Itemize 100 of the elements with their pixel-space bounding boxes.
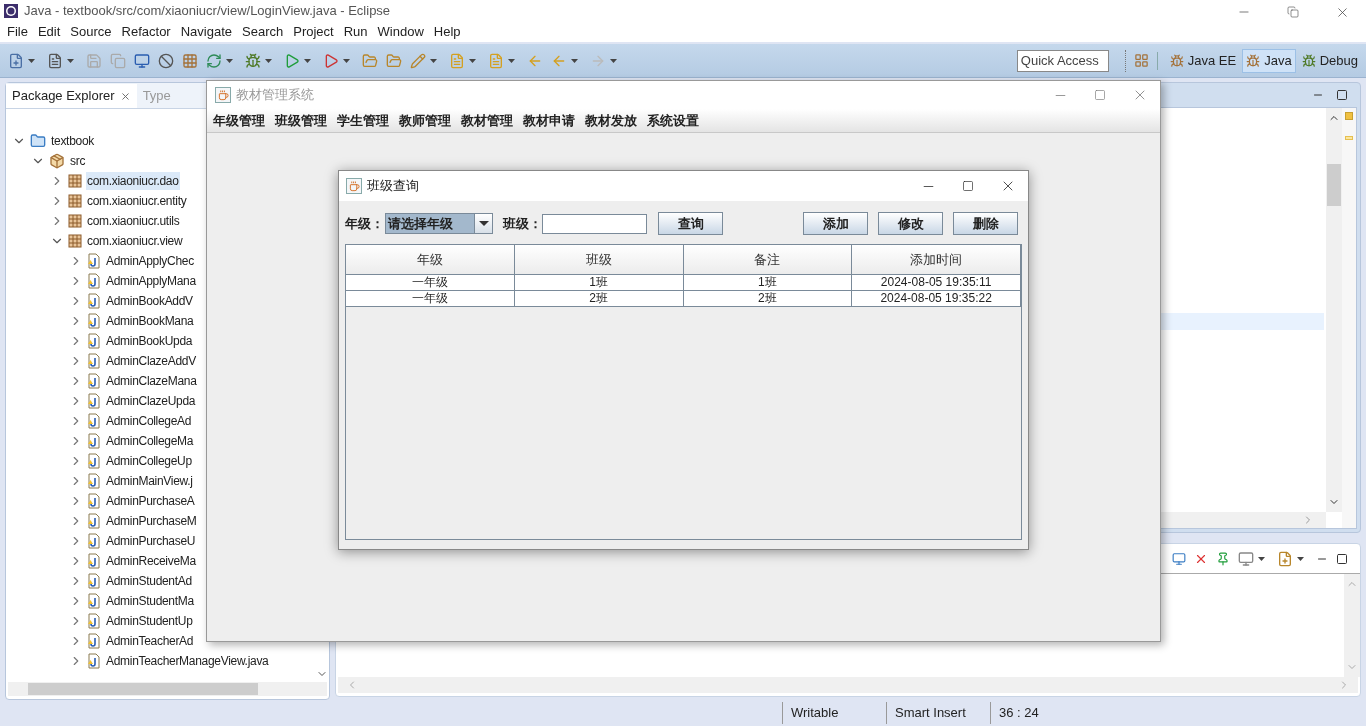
- tree-item[interactable]: textbook: [50, 132, 95, 150]
- action-button[interactable]: 修改: [878, 212, 943, 235]
- tree-item[interactable]: AdminPurchaseA: [105, 492, 196, 510]
- dropdown-arrow-icon[interactable]: [265, 58, 272, 63]
- open-perspective-icon[interactable]: [1133, 53, 1149, 68]
- grade-label: 年级：: [345, 214, 384, 233]
- menu-item[interactable]: Edit: [32, 22, 66, 42]
- menu-item[interactable]: 学生管理: [332, 110, 394, 131]
- bug-icon[interactable]: [245, 52, 261, 69]
- restore-icon[interactable]: [1287, 6, 1299, 18]
- menu-item[interactable]: 教材管理: [456, 110, 518, 131]
- grid-icon[interactable]: [182, 52, 198, 69]
- menu-item[interactable]: Navigate: [175, 22, 237, 42]
- menu-item[interactable]: Window: [372, 22, 429, 42]
- tree-item[interactable]: AdminBookUpda: [105, 332, 194, 350]
- tree-item[interactable]: AdminApplyChec: [105, 252, 195, 270]
- tree-item[interactable]: AdminPurchaseM: [105, 512, 198, 530]
- action-button[interactable]: 添加: [803, 212, 868, 235]
- maximize-icon[interactable]: [1336, 89, 1348, 101]
- tree-item[interactable]: AdminTeacherManageView.java: [105, 652, 270, 670]
- tree-item[interactable]: AdminCollegeMa: [105, 432, 195, 450]
- dropdown-arrow-icon[interactable]: [226, 58, 233, 63]
- tree-item[interactable]: AdminClazeMana: [105, 372, 198, 390]
- tree-item[interactable]: com.xiaoniucr.view: [86, 232, 184, 250]
- dropdown-arrow-icon[interactable]: [610, 58, 617, 63]
- dropdown-arrow-icon[interactable]: [571, 58, 578, 63]
- scrollbar-thumb[interactable]: [1327, 164, 1341, 206]
- java-file-icon: [87, 373, 101, 389]
- close-icon[interactable]: [119, 90, 131, 102]
- tree-item[interactable]: AdminCollegeAd: [105, 412, 193, 430]
- tree-item[interactable]: AdminMainView.j: [105, 472, 194, 490]
- tree-item[interactable]: AdminTeacherAd: [105, 632, 195, 650]
- perspective-icon: [1301, 53, 1316, 68]
- dropdown-arrow-icon[interactable]: [343, 58, 350, 63]
- run-config-icon[interactable]: [323, 52, 339, 69]
- table-cell: 1班: [683, 275, 853, 290]
- dropdown-arrow-icon[interactable]: [28, 58, 35, 63]
- java-file-icon: [87, 433, 101, 449]
- class-input-field[interactable]: [542, 213, 647, 234]
- column-header[interactable]: 年级: [346, 245, 515, 274]
- column-header[interactable]: 班级: [514, 245, 684, 274]
- refresh-icon[interactable]: [206, 52, 222, 69]
- dropdown-arrow-icon[interactable]: [1258, 556, 1265, 561]
- pin-icon[interactable]: [1216, 551, 1230, 566]
- perspective-button[interactable]: Java: [1242, 48, 1296, 73]
- dropdown-arrow-icon[interactable]: [430, 58, 437, 63]
- menu-item[interactable]: 教材申请: [518, 110, 580, 131]
- maximize-icon[interactable]: [1336, 552, 1348, 565]
- menu-item[interactable]: File: [2, 22, 33, 42]
- column-header[interactable]: 备注: [683, 245, 853, 274]
- view-tab[interactable]: Package Explorer: [6, 84, 137, 108]
- menu-item[interactable]: Search: [237, 22, 289, 42]
- tree-item[interactable]: com.xiaoniucr.utils: [86, 212, 181, 230]
- perspective-button[interactable]: Debug: [1297, 48, 1362, 73]
- tree-item[interactable]: AdminCollegeUp: [105, 452, 193, 470]
- tree-item[interactable]: com.xiaoniucr.dao: [86, 172, 180, 190]
- search-button[interactable]: 查询: [658, 212, 723, 235]
- open-folder-icon[interactable]: [362, 52, 378, 69]
- dropdown-arrow-icon[interactable]: [67, 58, 74, 63]
- tree-item[interactable]: AdminStudentAd: [105, 572, 193, 590]
- tree-item[interactable]: AdminApplyMana: [105, 272, 197, 290]
- no-entry-icon[interactable]: [158, 52, 174, 69]
- new-item-icon[interactable]: [47, 52, 63, 69]
- dropdown-arrow-icon[interactable]: [304, 58, 311, 63]
- horizontal-scrollbar[interactable]: [8, 682, 327, 696]
- tree-item[interactable]: AdminPurchaseU: [105, 532, 197, 550]
- tree-item[interactable]: AdminStudentMa: [105, 592, 195, 610]
- folder-icon[interactable]: [386, 52, 402, 69]
- new-file-icon[interactable]: [8, 52, 24, 69]
- menu-item[interactable]: 年级管理: [208, 110, 270, 131]
- java-file-icon: [87, 653, 101, 669]
- tree-item[interactable]: AdminBookMana: [105, 312, 195, 330]
- dropdown-arrow-icon[interactable]: [478, 221, 489, 226]
- menu-item[interactable]: Run: [338, 22, 373, 42]
- monitor-icon[interactable]: [134, 52, 150, 69]
- java-file-icon: [87, 253, 101, 269]
- dropdown-arrow-icon[interactable]: [1297, 556, 1304, 561]
- grade-select[interactable]: 请选择年级: [385, 213, 493, 234]
- menu-item[interactable]: 教材发放: [580, 110, 642, 131]
- menu-item[interactable]: Source: [65, 22, 117, 42]
- quick-access-field[interactable]: Quick Access: [1016, 49, 1109, 72]
- menu-item[interactable]: Refactor: [116, 22, 176, 42]
- tree-item[interactable]: src: [69, 152, 87, 170]
- menu-item[interactable]: 系统设置: [642, 110, 704, 131]
- console-icon[interactable]: [1172, 551, 1186, 566]
- dropdown-arrow-icon[interactable]: [508, 58, 515, 63]
- menu-item[interactable]: Help: [428, 22, 466, 42]
- dropdown-arrow-icon[interactable]: [469, 58, 476, 63]
- tree-item[interactable]: AdminStudentUp: [105, 612, 194, 630]
- perspective-button[interactable]: Java EE: [1165, 48, 1241, 73]
- menu-item[interactable]: 班级管理: [270, 110, 332, 131]
- tree-item[interactable]: AdminReceiveMa: [105, 552, 197, 570]
- tree-item[interactable]: AdminBookAddV: [105, 292, 194, 310]
- tree-item[interactable]: AdminClazeUpda: [105, 392, 197, 410]
- tree-item[interactable]: com.xiaoniucr.entity: [86, 192, 188, 210]
- column-header[interactable]: 添加时间: [852, 245, 1021, 274]
- menu-item[interactable]: 教师管理: [394, 110, 456, 131]
- menu-item[interactable]: Project: [288, 22, 339, 42]
- tree-item[interactable]: AdminClazeAddV: [105, 352, 197, 370]
- action-button[interactable]: 删除: [953, 212, 1018, 235]
